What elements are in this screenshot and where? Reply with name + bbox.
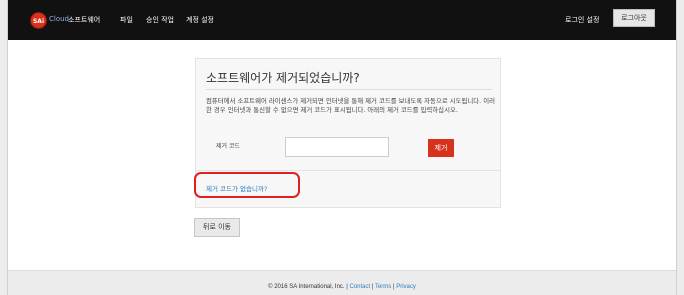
go-back-button[interactable]: 뒤로 이동 xyxy=(194,218,240,237)
footer xyxy=(8,270,676,295)
sai-logo-icon[interactable]: SAi xyxy=(30,12,47,29)
nav-item-software[interactable]: 소프트웨어 xyxy=(68,15,100,25)
title-divider xyxy=(206,89,492,90)
remove-button[interactable]: 제거 xyxy=(428,139,454,157)
footer-copyright: © 2016 SA International, Inc. | Contact … xyxy=(0,284,684,290)
highlight-annotation xyxy=(194,172,300,198)
logout-button[interactable]: 로그아웃 xyxy=(613,9,655,27)
copyright-text: © 2016 SA International, Inc. | xyxy=(268,284,348,290)
removal-description: 컴퓨터에서 소프트웨어 라이센스가 제거되면 인터넷을 통해 제거 코드를 보내… xyxy=(206,97,495,114)
removal-code-label: 제거 코드 xyxy=(216,143,240,150)
privacy-link[interactable]: Privacy xyxy=(396,284,416,290)
nav-item-files[interactable]: 파일 xyxy=(120,15,133,25)
footer-separator: | xyxy=(371,284,374,290)
terms-link[interactable]: Terms xyxy=(375,284,391,290)
contact-link[interactable]: Contact xyxy=(349,284,370,290)
nav-item-account-settings[interactable]: 계정 설정 xyxy=(186,15,214,25)
page-title: 소프트웨어가 제거되었습니까? xyxy=(206,71,360,85)
brand-cloud-label: Cloud xyxy=(49,15,69,23)
login-settings-link[interactable]: 로그인 설정 xyxy=(565,15,599,25)
card-divider xyxy=(196,170,500,171)
removal-code-input[interactable] xyxy=(285,137,389,157)
footer-separator: | xyxy=(392,284,395,290)
nav-item-approvals[interactable]: 승인 작업 xyxy=(146,15,174,25)
